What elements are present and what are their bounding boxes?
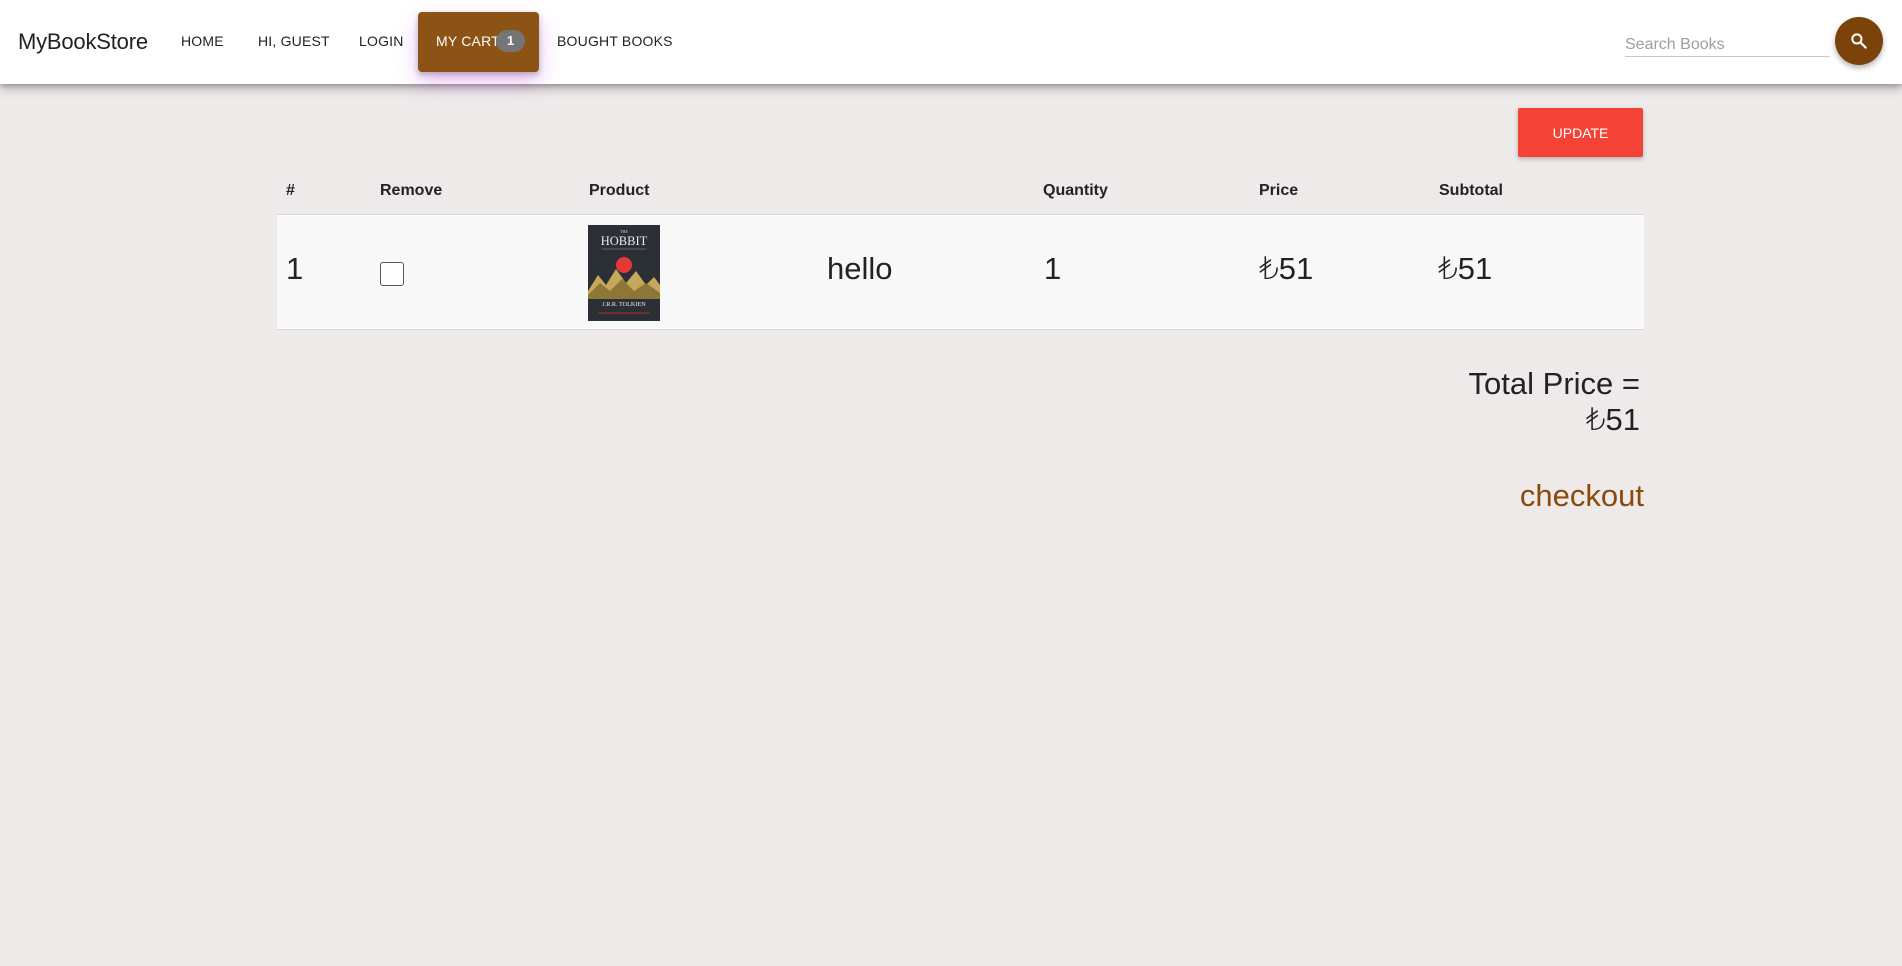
book-cover-image: THE HOBBIT J.R.R. TOLKIEN [588,225,660,321]
column-header-subtotal: Subtotal [1439,182,1503,199]
nav-my-cart-label: MY CART [436,33,500,49]
total-price: Total Price = ₺51 [1468,366,1640,437]
update-button[interactable]: UPDATE [1518,108,1643,157]
nav-bought-books[interactable]: BOUGHT BOOKS [557,33,673,49]
product-quantity: 1 [1044,251,1062,286]
search-input[interactable] [1625,33,1830,57]
table-row: 1 THE HOBBIT J.R.R. TOLKIEN hello 1 ₺51 … [277,214,1644,330]
top-navbar: MyBookStore HOME HI, GUEST LOGIN MY CART… [0,0,1902,84]
remove-checkbox[interactable] [380,262,404,286]
product-title: hello [827,251,893,286]
cover-title: HOBBIT [601,234,648,248]
product-price: ₺51 [1259,251,1314,286]
column-header-price: Price [1259,182,1299,199]
search-button[interactable] [1835,17,1883,65]
cover-author: J.R.R. TOLKIEN [602,301,646,308]
checkout-link[interactable]: checkout [1480,478,1644,514]
column-header-remove: Remove [380,182,443,199]
product-subtotal: ₺51 [1438,251,1493,286]
nav-my-cart[interactable]: MY CART 1 [418,12,539,72]
row-index: 1 [286,251,304,286]
brand-logo[interactable]: MyBookStore [18,29,148,55]
nav-home[interactable]: HOME [181,33,224,49]
column-header-index: # [286,182,295,199]
column-header-quantity: Quantity [1043,182,1108,199]
search-icon [1851,33,1867,49]
nav-login[interactable]: LOGIN [359,33,404,49]
cart-count-badge: 1 [496,30,525,52]
nav-greeting[interactable]: HI, GUEST [258,33,330,49]
column-header-product: Product [589,182,650,199]
